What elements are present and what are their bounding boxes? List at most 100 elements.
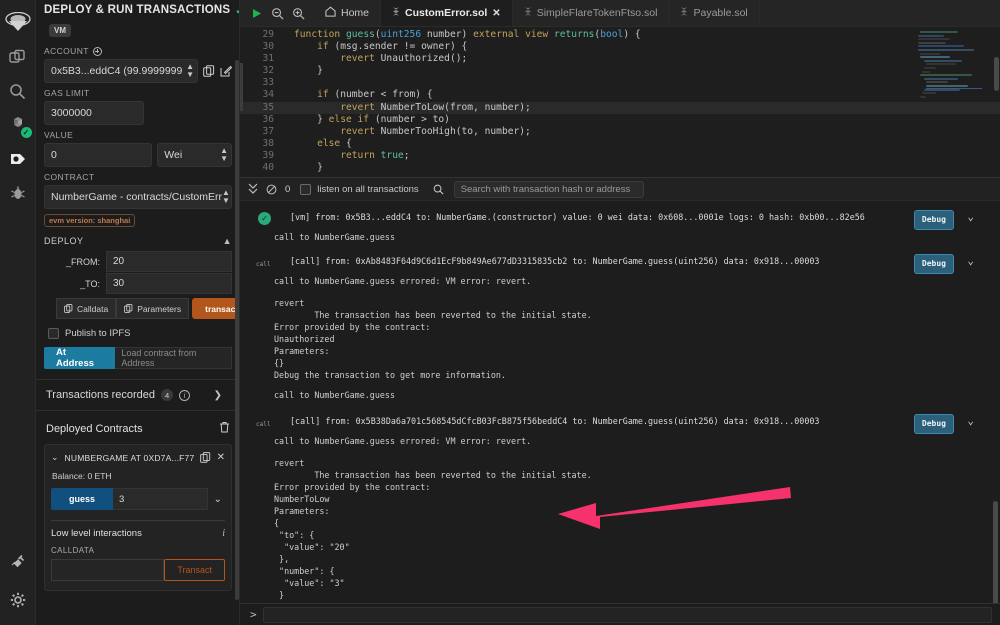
- transactions-recorded-row[interactable]: Transactions recorded 4 i ❯: [44, 380, 232, 410]
- zoom-out-icon[interactable]: [267, 3, 287, 23]
- debug-button[interactable]: Debug: [913, 414, 954, 434]
- terminal-log[interactable]: ✓ [vm] from: 0x5B3...eddC4 to: NumberGam…: [240, 201, 1000, 603]
- terminal-panel: 0 listen on all transactions Search with…: [240, 177, 1000, 625]
- listen-all-transactions-row[interactable]: listen on all transactions: [300, 183, 419, 195]
- search-icon[interactable]: [1, 74, 35, 108]
- transaction-success-icon: ✓: [258, 212, 271, 225]
- copy-contract-address-icon[interactable]: [199, 452, 211, 463]
- deployed-contract-card: ⌄ NUMBERGAME AT 0XD7A...F771 ✕ Balance: …: [44, 444, 232, 591]
- settings-gear-icon[interactable]: [1, 583, 35, 617]
- code-editor[interactable]: 29 function guess(uint256 number) extern…: [240, 27, 1000, 177]
- low-level-info-icon[interactable]: i: [222, 528, 225, 539]
- tab-simpleflaretokenftso-sol[interactable]: SimpleFlareTokenFtso.sol: [513, 0, 670, 26]
- home-icon: [325, 6, 336, 20]
- line-text: } else if (number > to): [294, 113, 450, 125]
- value-label: VALUE: [44, 130, 74, 140]
- deploy-run-icon[interactable]: [1, 142, 35, 176]
- transaction-expand-caret-icon[interactable]: ⌄: [967, 211, 974, 223]
- minimap-line: [920, 56, 950, 59]
- value-input[interactable]: 0: [44, 143, 153, 167]
- terminal-command-input[interactable]: [262, 606, 992, 623]
- tab-home[interactable]: Home: [314, 0, 382, 26]
- transact-button[interactable]: transact: [192, 298, 239, 319]
- remix-logo-icon[interactable]: [1, 4, 35, 40]
- clear-console-icon[interactable]: [266, 184, 277, 195]
- deploy-collapse-caret-icon[interactable]: ▲: [223, 236, 232, 246]
- deployed-contract-title: NUMBERGAME AT 0XD7A...F771: [64, 452, 194, 463]
- debug-button[interactable]: Debug: [913, 210, 954, 230]
- sign-message-icon[interactable]: [220, 65, 232, 77]
- contract-expand-caret-icon[interactable]: ⌄: [51, 452, 59, 463]
- terminal-search-icon: [433, 184, 444, 195]
- deploy-label: DEPLOY: [44, 236, 84, 246]
- contract-select[interactable]: NumberGame - contracts/CustomErr ▲ ▼: [44, 185, 232, 209]
- transaction-body: call to NumberGame.guess: [274, 232, 396, 242]
- account-select[interactable]: 0x5B3...eddC4 (99.9999999 ▲ ▼: [44, 59, 198, 83]
- param-from-input[interactable]: 20: [106, 251, 232, 272]
- transaction-call-icon: call: [256, 421, 271, 428]
- value-unit-select[interactable]: Wei ▲ ▼: [157, 143, 232, 167]
- calldata-button[interactable]: Calldata: [56, 298, 117, 319]
- zoom-in-icon[interactable]: [288, 3, 308, 23]
- tab-customerror-sol[interactable]: CustomError.sol ✕: [381, 0, 513, 26]
- guess-function-button[interactable]: guess: [51, 488, 113, 510]
- panel-scrollbar[interactable]: [235, 60, 239, 600]
- param-to-input[interactable]: 30: [106, 273, 232, 294]
- line-number: 32: [262, 65, 274, 77]
- clear-deployed-trash-icon[interactable]: [219, 421, 230, 436]
- transaction-entry[interactable]: ✓ [vm] from: 0x5B3...eddC4 to: NumberGam…: [240, 207, 1000, 247]
- editor-minimap[interactable]: [914, 31, 990, 173]
- remove-contract-close-icon[interactable]: ✕: [217, 452, 225, 463]
- terminal-search-input[interactable]: Search with transaction hash or address: [453, 180, 644, 198]
- compiler-success-badge: ✓: [20, 127, 32, 138]
- panel-title-text: DEPLOY & RUN TRANSACTIONS: [44, 4, 231, 16]
- deploy-actions: Calldata Parameters transact: [44, 298, 239, 319]
- line-number: 36: [262, 113, 274, 125]
- publish-ipfs-checkbox[interactable]: [48, 328, 59, 339]
- transactions-recorded-count: 4: [161, 389, 174, 401]
- contract-label: CONTRACT: [44, 172, 95, 182]
- transactions-expand-chevron-icon[interactable]: ❯: [214, 390, 230, 401]
- editor-tabbar: Home CustomError.sol ✕ SimpleFlareTokenF…: [240, 0, 1000, 27]
- tab-payable-sol[interactable]: Payable.sol: [669, 0, 760, 26]
- listen-all-transactions-checkbox[interactable]: [300, 183, 312, 195]
- guess-function-arg-input[interactable]: 3: [113, 488, 208, 510]
- line-text: }: [294, 162, 323, 174]
- file-explorer-icon[interactable]: [1, 40, 35, 74]
- transaction-entry[interactable]: call [call] from: 0x5B38Da6a701c568545dC…: [240, 411, 1000, 603]
- terminal-expand-icon[interactable]: [248, 183, 258, 195]
- add-account-icon[interactable]: [92, 46, 102, 56]
- terminal-scrollbar[interactable]: [993, 501, 998, 603]
- parameters-button[interactable]: Parameters: [116, 298, 190, 319]
- close-tab-icon[interactable]: ✕: [492, 8, 500, 19]
- at-address-button[interactable]: At Address: [44, 347, 116, 369]
- gas-limit-input[interactable]: 3000000: [44, 101, 144, 125]
- editor-scrollbar[interactable]: [994, 57, 999, 91]
- minimap-line: [920, 31, 958, 33]
- low-level-transact-button[interactable]: Transact: [164, 559, 225, 581]
- minimap-line: [918, 48, 974, 51]
- plugin-manager-icon[interactable]: [1, 543, 35, 577]
- deployed-contract-header[interactable]: ⌄ NUMBERGAME AT 0XD7A...F771 ✕: [51, 452, 225, 463]
- terminal-toolbar: 0 listen on all transactions Search with…: [240, 177, 1000, 201]
- transaction-expand-caret-icon[interactable]: ⌄: [967, 255, 974, 267]
- line-text: revert NumberTooHigh(to, number);: [340, 125, 531, 137]
- minimap-line: [918, 41, 946, 44]
- solidity-compiler-icon[interactable]: ✓: [1, 108, 35, 142]
- run-icon[interactable]: [246, 3, 266, 23]
- deploy-section-header[interactable]: DEPLOY ▲: [44, 236, 232, 246]
- debugger-icon[interactable]: [1, 176, 35, 210]
- contract-balance: Balance: 0 ETH: [52, 471, 112, 481]
- publish-ipfs-row[interactable]: Publish to IPFS: [48, 328, 232, 339]
- copy-account-icon[interactable]: [203, 65, 215, 77]
- transaction-tag: [vm]: [290, 212, 311, 222]
- calldata-input[interactable]: [51, 559, 165, 581]
- function-expand-caret-icon[interactable]: ⌄: [208, 488, 225, 510]
- line-text: revert Unauthorized();: [340, 53, 468, 65]
- debug-button[interactable]: Debug: [913, 254, 954, 274]
- transaction-expand-caret-icon[interactable]: ⌄: [967, 415, 974, 427]
- transactions-info-icon[interactable]: i: [179, 389, 191, 401]
- at-address-input[interactable]: Load contract from Address: [115, 347, 232, 369]
- transaction-entry[interactable]: call [call] from: 0xAb8483F64d9C6d1EcF9b…: [240, 251, 1000, 405]
- deployed-contracts-header: Deployed Contracts: [44, 411, 232, 444]
